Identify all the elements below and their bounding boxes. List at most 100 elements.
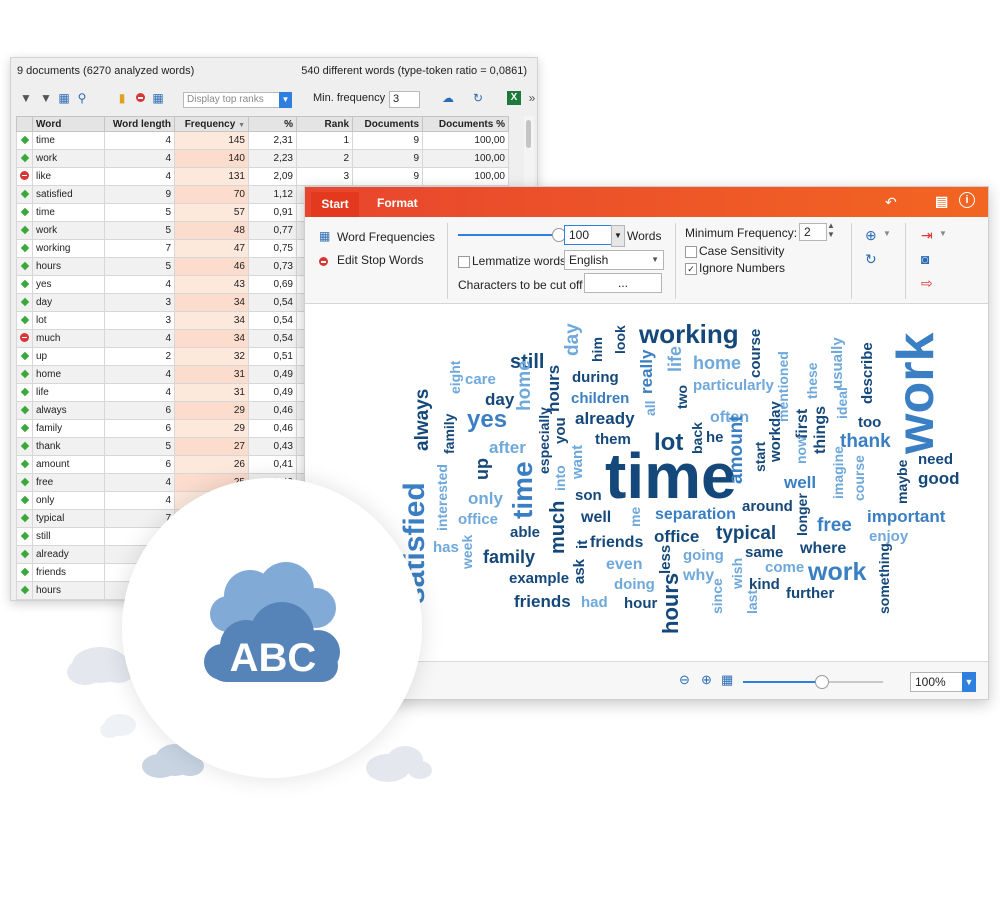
add-word-icon[interactable] (16, 131, 33, 150)
column-header-documents[interactable]: Documents (352, 116, 423, 132)
cloud-word[interactable]: home (514, 360, 535, 411)
cloud-word[interactable]: had (581, 595, 608, 610)
table-row[interactable]: work 4 140 2,23 2 9 100,00 (16, 149, 509, 168)
cloud-word[interactable]: important (867, 508, 945, 525)
refresh-icon[interactable]: ↻ (471, 91, 485, 105)
cloud-word[interactable]: son (575, 488, 602, 503)
table-row[interactable]: time 4 145 2,31 1 9 100,00 (16, 131, 509, 150)
language-select[interactable]: English ▼ (564, 250, 664, 270)
add-word-icon[interactable] (16, 311, 33, 330)
word-count-slider[interactable] (458, 234, 558, 236)
column-header-frequency[interactable]: Frequency ▼ (174, 116, 249, 132)
ignore-numbers-checkbox[interactable]: ✓ (685, 263, 697, 275)
print-icon[interactable]: ▤ (935, 193, 948, 210)
zoom-slider-knob[interactable] (815, 675, 829, 689)
cloud-word[interactable]: course (851, 455, 867, 501)
cloud-word[interactable]: wish (729, 558, 745, 589)
cloud-word[interactable]: always (412, 389, 433, 451)
word-frequencies-button[interactable]: Word Frequencies (337, 230, 435, 244)
cloud-word[interactable]: into (552, 465, 568, 491)
add-word-icon[interactable] (16, 473, 33, 492)
cloud-word[interactable]: friends (514, 593, 571, 610)
cloud-word[interactable]: since (709, 578, 725, 614)
globe-icon[interactable]: ⊕ (865, 227, 877, 244)
cloud-word[interactable]: first (794, 409, 811, 439)
cloud-word[interactable]: where (800, 541, 846, 557)
more-icon[interactable]: » (525, 91, 537, 105)
cloud-word[interactable]: last (744, 590, 760, 614)
cloud-word[interactable]: work (808, 560, 866, 585)
display-top-ranks-select[interactable]: Display top ranks ▼ (183, 92, 292, 108)
chevron-down-icon[interactable]: ▼ (883, 229, 891, 238)
cloud-word[interactable]: day (485, 391, 514, 408)
cloud-word[interactable]: come (765, 560, 804, 575)
column-header-documents-percent[interactable]: Documents % (422, 116, 509, 132)
cloud-word[interactable]: two (674, 385, 690, 409)
add-word-icon[interactable] (16, 275, 33, 294)
add-word-icon[interactable] (16, 365, 33, 384)
cloud-export-icon[interactable]: ☁ (441, 91, 455, 105)
add-word-icon[interactable] (16, 527, 33, 546)
cloud-word[interactable]: example (509, 571, 569, 586)
add-word-icon[interactable] (16, 563, 33, 582)
cloud-word[interactable]: friends (590, 535, 643, 551)
cloud-word[interactable]: free (817, 516, 852, 535)
cloud-word[interactable]: me (627, 507, 643, 527)
add-word-icon[interactable] (16, 185, 33, 204)
tab-format[interactable]: Format (377, 196, 418, 210)
table-row[interactable]: like 4 131 2,09 3 9 100,00 (16, 167, 509, 186)
add-word-icon[interactable] (16, 401, 33, 420)
exit-icon[interactable]: ⇨ (921, 275, 933, 292)
cloud-word[interactable]: same (745, 545, 783, 560)
add-word-icon[interactable] (16, 293, 33, 312)
cloud-word[interactable]: imagine (830, 446, 846, 499)
cloud-word[interactable]: work (887, 333, 945, 454)
cloud-word[interactable]: good (918, 470, 960, 487)
cloud-word[interactable]: particularly (693, 378, 774, 393)
cloud-word[interactable]: typical (716, 524, 776, 543)
cloud-word[interactable]: need (918, 452, 953, 467)
add-word-icon[interactable] (16, 545, 33, 564)
cloud-word[interactable]: now (793, 436, 809, 464)
cloud-word[interactable]: office (654, 528, 699, 545)
add-word-icon[interactable] (16, 509, 33, 528)
zoom-out-icon[interactable]: ⊖ (679, 672, 690, 688)
excel-export-icon[interactable]: X (507, 91, 521, 105)
cloud-word[interactable]: it (574, 540, 591, 549)
cloud-word[interactable]: has (433, 540, 459, 555)
add-word-icon[interactable] (16, 203, 33, 222)
cloud-word[interactable]: care (465, 372, 496, 387)
add-word-icon[interactable] (16, 383, 33, 402)
add-word-icon[interactable] (16, 455, 33, 474)
cloud-word[interactable]: things (812, 406, 829, 454)
cloud-word[interactable]: only (468, 490, 503, 507)
cloud-word[interactable]: back (689, 422, 705, 454)
minimum-frequency-input[interactable]: 2 (799, 223, 827, 241)
stop-word-icon[interactable] (16, 329, 33, 348)
column-header-word-length[interactable]: Word length (104, 116, 175, 132)
cloud-word[interactable]: up (472, 458, 492, 480)
stop-list-icon[interactable] (133, 91, 147, 105)
cloud-word[interactable]: week (459, 535, 475, 569)
cloud-word[interactable]: further (786, 586, 834, 601)
cloud-word[interactable]: something (876, 543, 892, 614)
column-header-percent[interactable]: % (248, 116, 297, 132)
cloud-word[interactable]: during (572, 370, 619, 385)
add-word-icon[interactable] (16, 149, 33, 168)
cloud-word[interactable]: he (706, 430, 724, 445)
cloud-word[interactable]: maybe (894, 460, 910, 504)
cloud-word[interactable]: even (606, 557, 642, 573)
cloud-word[interactable]: want (569, 445, 586, 479)
cloud-word[interactable]: longer (794, 493, 810, 536)
cloud-word[interactable]: course (747, 329, 764, 378)
cloud-word[interactable]: mentioned (775, 351, 791, 422)
stepper-icon[interactable]: ▲ ▼ (827, 221, 835, 239)
cloud-word[interactable]: family (441, 414, 457, 454)
grid-icon[interactable]: ▦ (151, 91, 165, 105)
add-word-icon[interactable] (16, 221, 33, 240)
min-frequency-input[interactable]: 3 (389, 91, 420, 108)
cloud-word[interactable]: eight (447, 361, 463, 394)
cloud-word[interactable]: office (458, 512, 498, 527)
cloud-word[interactable]: time (507, 461, 538, 519)
zoom-select[interactable]: 100% ▼ (910, 672, 976, 692)
